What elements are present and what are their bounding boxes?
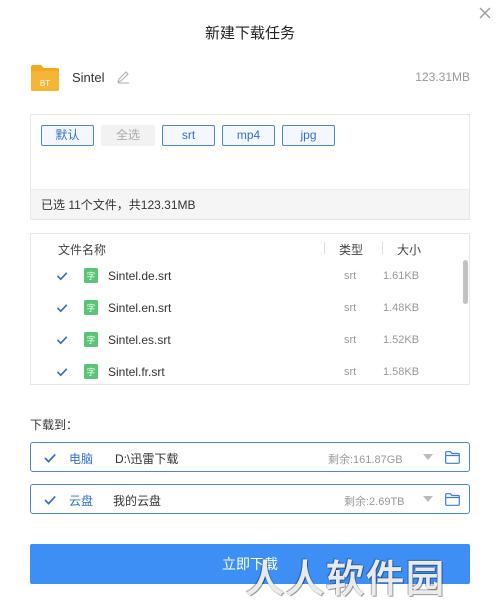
subtitle-file-icon: 字 bbox=[84, 268, 98, 283]
folder-icon[interactable] bbox=[445, 493, 460, 506]
file-type: srt bbox=[344, 302, 357, 314]
column-divider bbox=[382, 242, 383, 254]
file-name: Sintel.es.srt bbox=[108, 333, 171, 347]
file-row[interactable]: 字 Sintel.es.srt srt 1.52KB bbox=[31, 324, 456, 356]
file-list-header: 文件名称 类型 大小 bbox=[31, 234, 469, 260]
file-icon-text: 字 bbox=[87, 367, 96, 378]
filter-panel: 默认 全选 srt mp4 jpg 已选 11个文件，共123.31MB bbox=[30, 114, 470, 220]
filter-default-button[interactable]: 默认 bbox=[41, 125, 94, 146]
column-header-name[interactable]: 文件名称 bbox=[58, 241, 106, 258]
free-space: 剩余:161.87GB bbox=[328, 454, 403, 466]
dialog-title: 新建下载任务 bbox=[204, 25, 295, 42]
column-header-type[interactable]: 类型 bbox=[339, 241, 363, 258]
close-button[interactable] bbox=[478, 6, 492, 20]
destination-name: 电脑 bbox=[69, 452, 94, 466]
destination-path: D:\迅雷下载 bbox=[115, 452, 179, 466]
file-type: srt bbox=[344, 366, 357, 378]
column-divider bbox=[324, 242, 325, 254]
subtitle-file-icon: 字 bbox=[84, 300, 98, 315]
file-checkbox[interactable] bbox=[56, 270, 68, 282]
file-icon-text: 字 bbox=[87, 271, 96, 282]
file-row[interactable]: 字 Sintel.de.srt srt 1.61KB bbox=[31, 260, 456, 292]
edit-icon[interactable] bbox=[116, 70, 130, 84]
file-checkbox[interactable] bbox=[56, 302, 68, 314]
file-size: 1.58KB bbox=[383, 366, 420, 378]
task-size: 123.31MB bbox=[415, 70, 470, 84]
watermark: 人人软件园 bbox=[246, 557, 447, 601]
column-header-size[interactable]: 大小 bbox=[397, 241, 421, 258]
file-list-scrollbar[interactable] bbox=[463, 260, 468, 304]
file-icon-text: 字 bbox=[87, 303, 96, 314]
chevron-down-icon[interactable] bbox=[423, 496, 433, 503]
file-size: 1.52KB bbox=[383, 334, 420, 346]
filter-select-all-button[interactable]: 全选 bbox=[101, 125, 155, 146]
subtitle-file-icon: 字 bbox=[84, 364, 98, 379]
bt-folder-icon: BT bbox=[31, 65, 59, 91]
file-type: srt bbox=[344, 270, 357, 282]
file-row[interactable]: 字 Sintel.fr.srt srt 1.58KB bbox=[31, 356, 456, 384]
file-name: Sintel.fr.srt bbox=[108, 365, 165, 379]
free-space: 剩余:2.69TB bbox=[344, 496, 405, 508]
file-icon-text: 字 bbox=[87, 335, 96, 346]
filter-jpg-button[interactable]: jpg bbox=[282, 125, 335, 146]
selection-summary: 已选 11个文件，共123.31MB bbox=[31, 189, 469, 219]
filter-srt-button[interactable]: srt bbox=[162, 125, 215, 146]
file-row[interactable]: 字 Sintel.en.srt srt 1.48KB bbox=[31, 292, 456, 324]
file-name: Sintel.en.srt bbox=[108, 301, 172, 315]
folder-icon[interactable] bbox=[445, 451, 460, 464]
destination-path: 我的云盘 bbox=[113, 494, 162, 508]
destination-computer[interactable]: 电脑 D:\迅雷下载 剩余:161.87GB bbox=[30, 442, 470, 472]
destination-checkbox[interactable] bbox=[43, 451, 57, 465]
file-size: 1.48KB bbox=[383, 302, 420, 314]
destination-name: 云盘 bbox=[69, 494, 94, 508]
chevron-down-icon[interactable] bbox=[423, 454, 433, 461]
subtitle-file-icon: 字 bbox=[84, 332, 98, 347]
destination-checkbox[interactable] bbox=[43, 493, 57, 507]
file-size: 1.61KB bbox=[383, 270, 420, 282]
file-name: Sintel.de.srt bbox=[108, 269, 172, 283]
file-type: srt bbox=[344, 334, 357, 346]
destination-label: 下载到： bbox=[30, 418, 79, 432]
task-name: Sintel bbox=[72, 70, 105, 85]
bt-icon-text: BT bbox=[40, 79, 50, 88]
filter-mp4-button[interactable]: mp4 bbox=[222, 125, 275, 146]
close-icon bbox=[479, 7, 491, 19]
file-checkbox[interactable] bbox=[56, 334, 68, 346]
task-info: BT Sintel 123.31MB bbox=[30, 62, 470, 94]
file-checkbox[interactable] bbox=[56, 366, 68, 378]
destination-cloud[interactable]: 云盘 我的云盘 剩余:2.69TB bbox=[30, 484, 470, 514]
file-list: 文件名称 类型 大小 字 Sintel.de.srt srt 1.61KB 字 … bbox=[30, 233, 470, 385]
